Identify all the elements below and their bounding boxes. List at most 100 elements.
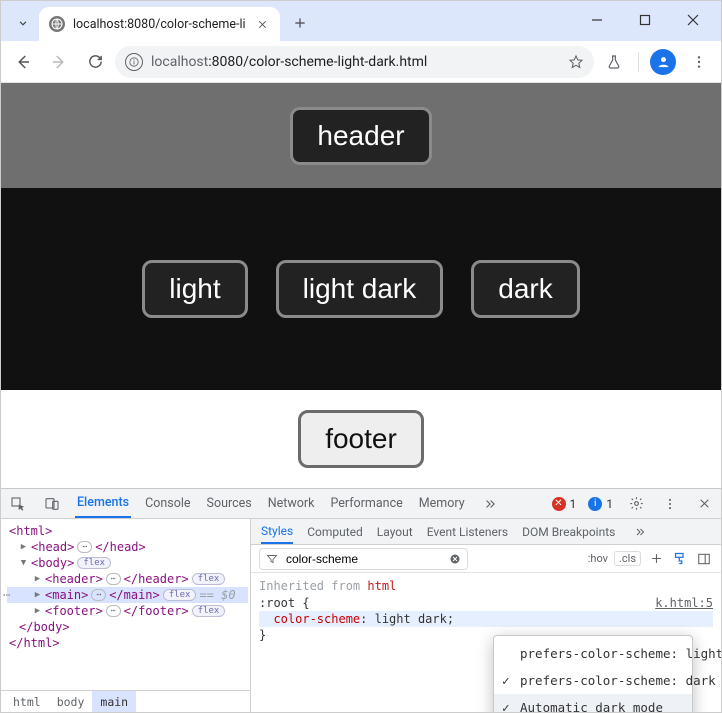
plus-icon (650, 552, 663, 565)
page-main-button-dark[interactable]: dark (471, 260, 579, 318)
styles-pane: Styles Computed Layout Event Listeners D… (251, 519, 721, 712)
star-icon (568, 54, 584, 70)
maximize-icon (639, 14, 651, 26)
toolbar: localhost:8080/color-scheme-light-dark.h… (1, 41, 721, 83)
reload-icon (87, 53, 104, 70)
popup-item-light[interactable]: prefers-color-scheme: light (494, 640, 692, 667)
arrow-left-icon (14, 53, 32, 71)
devtools-tab-memory[interactable]: Memory (417, 489, 467, 518)
devtools-menu-button[interactable] (659, 493, 681, 515)
minimize-button[interactable] (575, 5, 619, 35)
devtools-close-button[interactable] (693, 493, 715, 515)
devtools-settings-button[interactable] (625, 493, 647, 515)
computed-toggle-button[interactable] (695, 552, 713, 566)
info-icon (129, 57, 139, 67)
labs-button[interactable] (598, 46, 630, 78)
page-viewport: header light light dark dark footer (1, 83, 721, 488)
hov-toggle[interactable]: :hov (588, 552, 608, 565)
clear-icon[interactable] (449, 553, 461, 565)
site-info-button[interactable] (125, 53, 143, 71)
popup-item-auto[interactable]: ✓Automatic dark mode (494, 694, 692, 712)
styles-rules[interactable]: Inherited from html k.html:5:root { colo… (251, 573, 721, 712)
styles-tab-dom[interactable]: DOM Breakpoints (522, 525, 615, 539)
kebab-icon (691, 54, 707, 70)
back-button[interactable] (7, 46, 39, 78)
styles-tabs-overflow[interactable] (629, 521, 651, 543)
chevrons-right-icon (483, 497, 497, 511)
close-icon (698, 497, 711, 510)
devtools-tabbar: Elements Console Sources Network Perform… (1, 489, 721, 519)
reload-button[interactable] (79, 46, 111, 78)
styles-tab-computed[interactable]: Computed (307, 525, 363, 539)
page-header-band: header (1, 83, 721, 188)
cls-toggle[interactable]: .cls (614, 551, 641, 566)
crumb-html[interactable]: html (5, 691, 49, 712)
error-count[interactable]: ✕1 (552, 497, 577, 511)
styles-tab-event[interactable]: Event Listeners (427, 525, 508, 539)
page-main-button-light[interactable]: light (142, 260, 247, 318)
styles-filter-bar: :hov .cls (251, 545, 721, 573)
inspect-button[interactable] (7, 493, 29, 515)
device-icon (44, 496, 60, 512)
browser-window: localhost:8080/color-scheme-li (0, 0, 722, 713)
popup-item-dark[interactable]: ✓prefers-color-scheme: dark (494, 667, 692, 694)
page-main-band: light light dark dark (1, 188, 721, 390)
info-count[interactable]: i1 (588, 497, 613, 511)
panel-icon (697, 552, 711, 566)
address-bar[interactable]: localhost:8080/color-scheme-light-dark.h… (115, 46, 594, 78)
page-footer-button[interactable]: footer (298, 410, 424, 468)
browser-menu-button[interactable] (683, 46, 715, 78)
kebab-icon (663, 497, 677, 511)
tab-search-button[interactable] (9, 9, 37, 37)
breadcrumb: html body main (1, 690, 250, 712)
crumb-body[interactable]: body (49, 691, 93, 712)
close-icon (257, 19, 268, 30)
paint-icon (673, 551, 688, 566)
devtools-tab-elements[interactable]: Elements (75, 489, 131, 518)
dom-tree[interactable]: <html> ▶<head> ⋯ </head> ▼<body> flex ▶<… (1, 519, 251, 712)
crumb-main[interactable]: main (92, 691, 136, 712)
separator (638, 52, 639, 72)
titlebar: localhost:8080/color-scheme-li (1, 1, 721, 41)
page-header-button[interactable]: header (290, 107, 431, 165)
device-toggle-button[interactable] (41, 493, 63, 515)
chevrons-right-icon (634, 526, 646, 538)
tab-close-button[interactable] (254, 15, 272, 33)
devtools-tab-network[interactable]: Network (266, 489, 317, 518)
styles-filter-input[interactable] (284, 551, 443, 567)
plus-icon (293, 16, 307, 30)
new-tab-button[interactable] (286, 9, 314, 37)
arrow-right-icon (50, 53, 68, 71)
globe-icon (49, 16, 65, 32)
styles-tab-layout[interactable]: Layout (377, 525, 413, 539)
styles-filter-input-wrap (259, 548, 468, 570)
profile-button[interactable] (647, 46, 679, 78)
rendering-emulation-button[interactable] (671, 551, 689, 566)
devtools-tab-performance[interactable]: Performance (328, 489, 404, 518)
filter-icon (266, 553, 278, 565)
styles-tabs: Styles Computed Layout Event Listeners D… (251, 519, 721, 545)
close-window-button[interactable] (671, 5, 715, 35)
devtools: Elements Console Sources Network Perform… (1, 488, 721, 712)
color-scheme-popup: prefers-color-scheme: light ✓prefers-col… (493, 635, 693, 712)
devtools-body: <html> ▶<head> ⋯ </head> ▼<body> flex ▶<… (1, 519, 721, 712)
avatar-icon (650, 49, 676, 75)
bookmark-button[interactable] (568, 54, 584, 70)
gear-icon (629, 496, 644, 511)
maximize-button[interactable] (623, 5, 667, 35)
devtools-tab-console[interactable]: Console (143, 489, 192, 518)
page-main-button-lightdark[interactable]: light dark (276, 260, 444, 318)
devtools-tab-sources[interactable]: Sources (205, 489, 254, 518)
new-style-button[interactable] (647, 552, 665, 565)
url-text: localhost:8080/color-scheme-light-dark.h… (151, 54, 560, 70)
devtools-tabs-overflow-button[interactable] (479, 493, 501, 515)
flask-icon (606, 54, 622, 70)
close-icon (687, 14, 699, 26)
browser-tab[interactable]: localhost:8080/color-scheme-li (39, 7, 280, 41)
inspect-icon (10, 496, 26, 512)
tab-title: localhost:8080/color-scheme-li (73, 17, 246, 32)
styles-tab-styles[interactable]: Styles (261, 519, 293, 544)
window-controls (575, 5, 715, 41)
forward-button[interactable] (43, 46, 75, 78)
minimize-icon (591, 14, 603, 26)
